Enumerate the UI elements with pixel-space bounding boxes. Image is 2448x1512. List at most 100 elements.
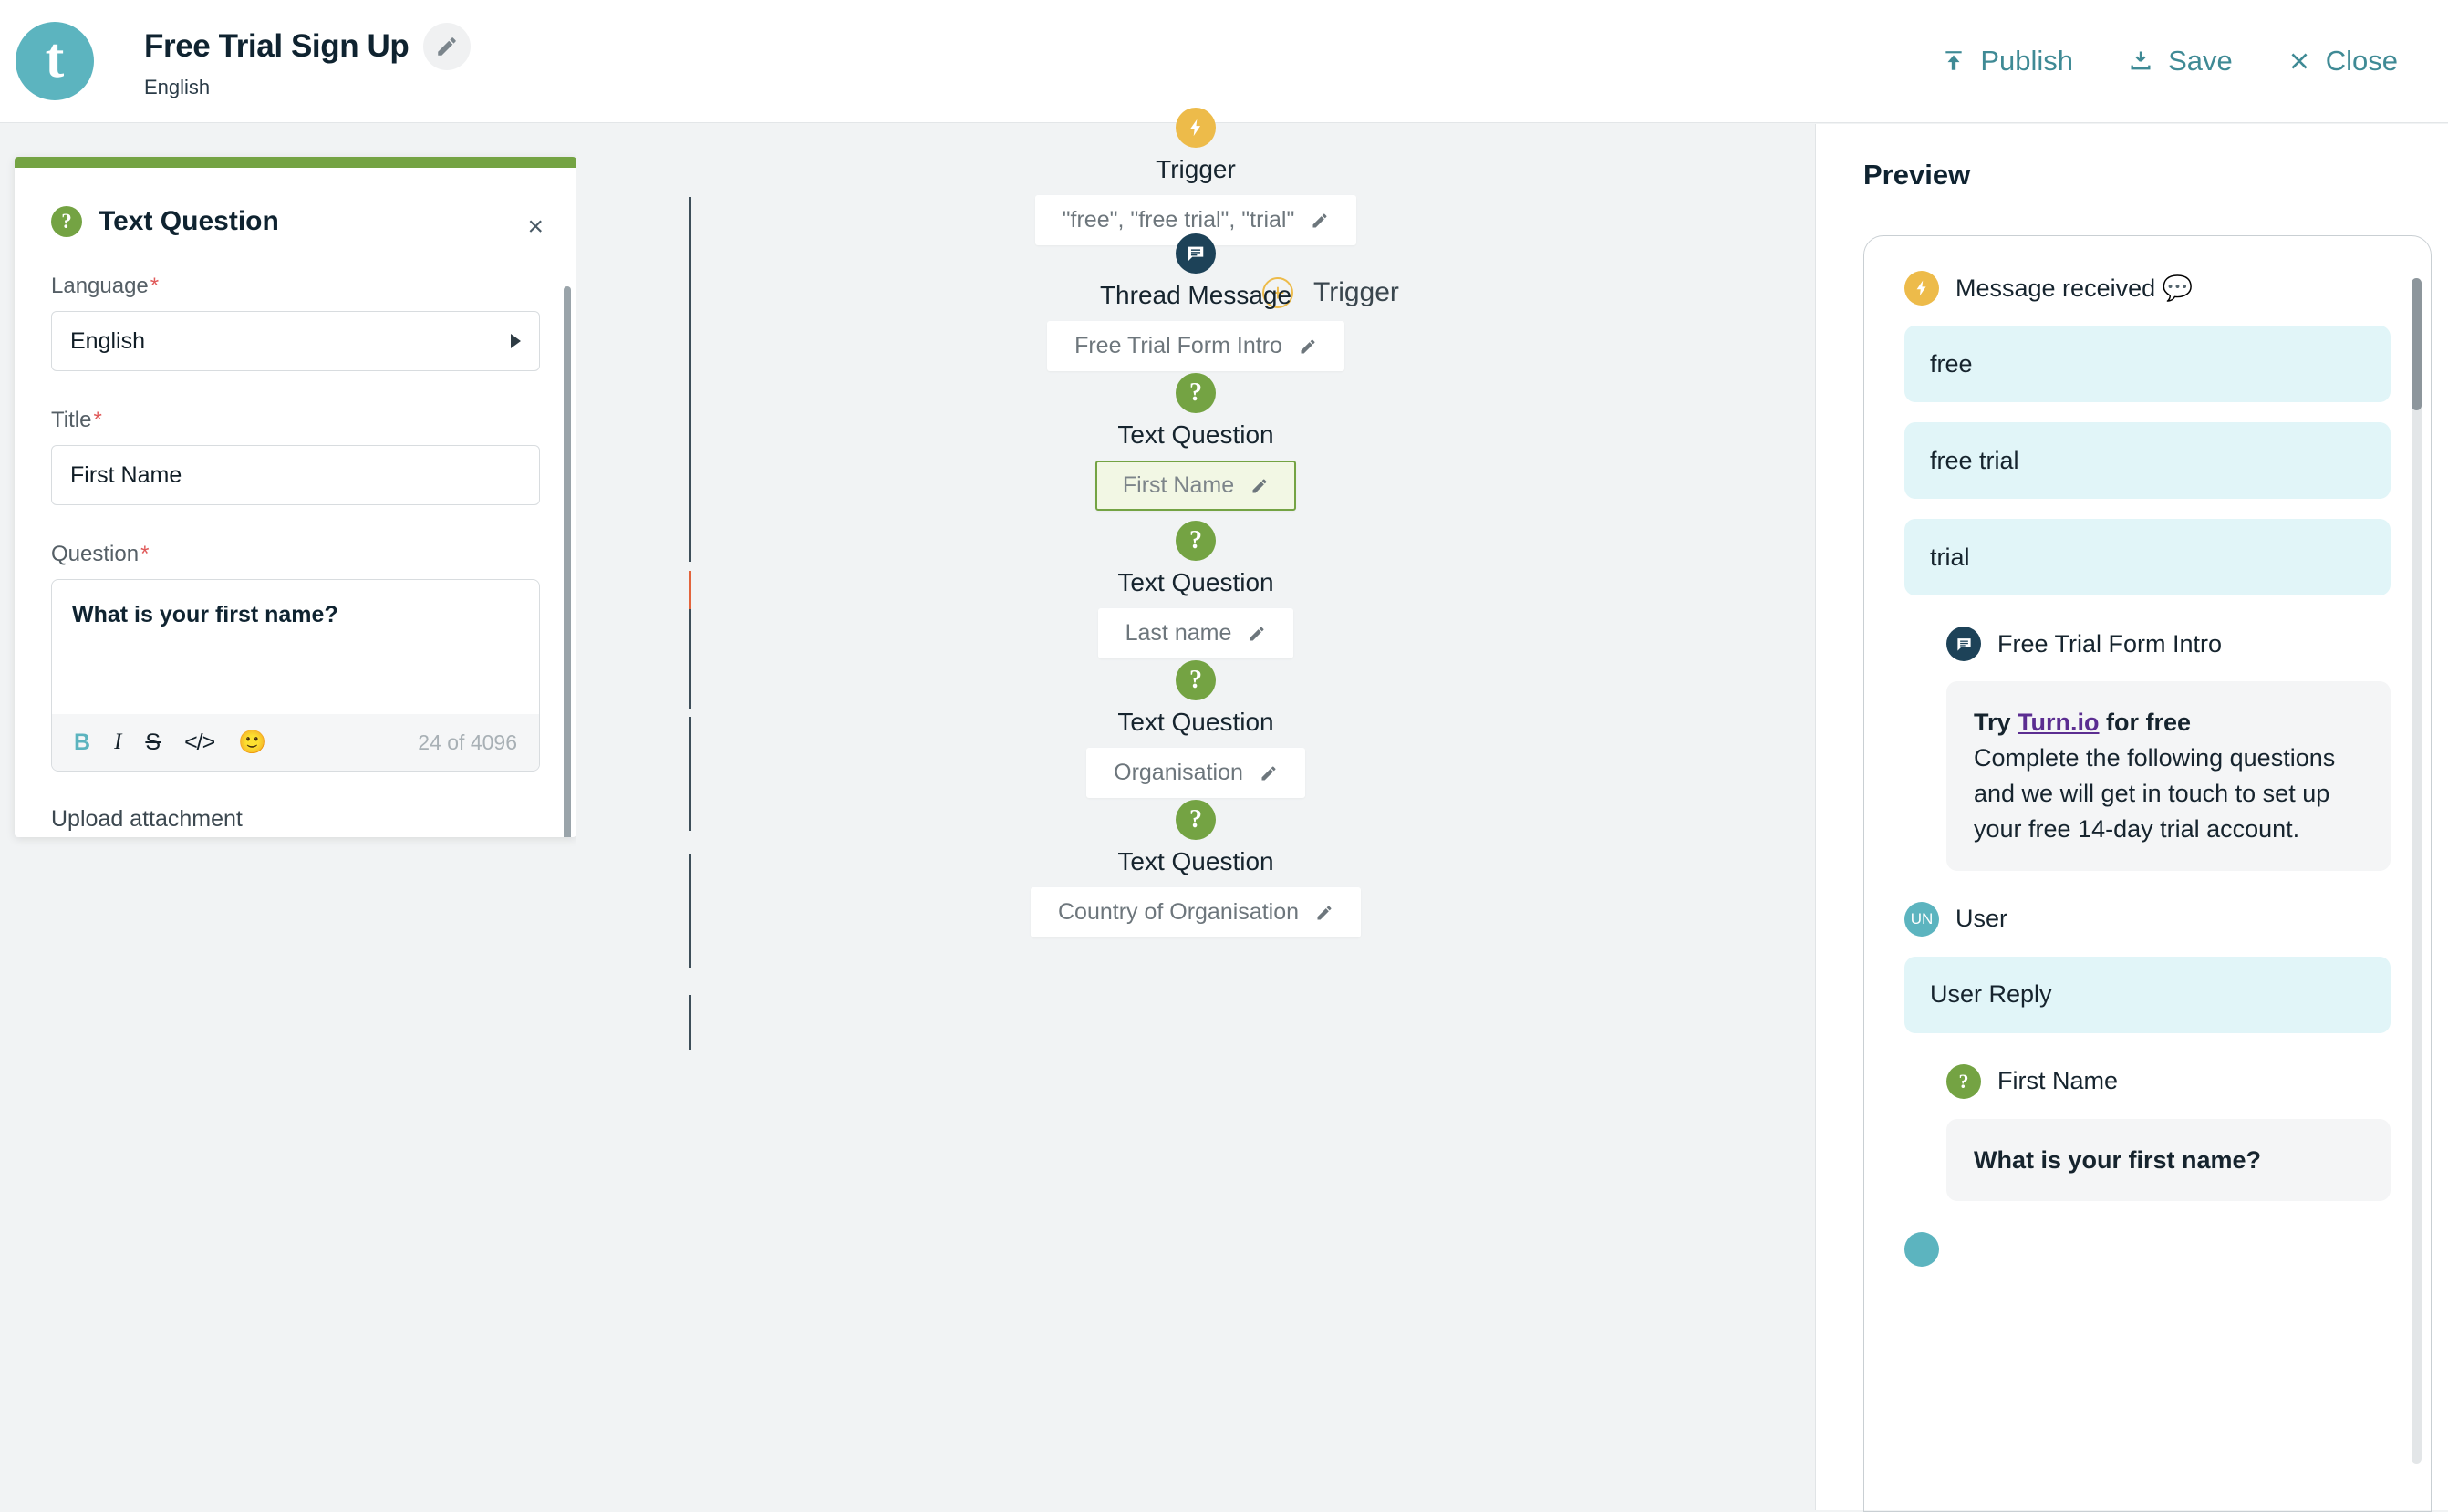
connector-q1-q2-active [688, 571, 691, 612]
pencil-icon[interactable] [1250, 477, 1269, 495]
language-select-value: English [70, 327, 145, 354]
lightning-bolt-icon [1904, 271, 1939, 306]
user-avatar [1904, 1232, 1939, 1268]
flow-node-chip-first-name[interactable]: First Name [1094, 461, 1297, 511]
save-label: Save [2168, 45, 2233, 77]
flow-node-chip-text: Organisation [1114, 760, 1243, 785]
pencil-icon[interactable] [1311, 212, 1329, 230]
editor-panel-scrollbar[interactable] [564, 286, 571, 837]
flow-node-chip-last-name[interactable]: Last name [1097, 608, 1294, 658]
connector-q1-q2 [688, 609, 691, 709]
flow-node-type-label: Text Question [1117, 420, 1274, 449]
page-language-label: English [144, 76, 211, 98]
bold-button[interactable]: B [74, 730, 90, 756]
flow-node-chip-country[interactable]: Country of Organisation [1030, 887, 1362, 937]
publish-button[interactable]: Publish [1942, 45, 2073, 78]
turn-io-link[interactable]: Turn.io [2018, 709, 2099, 736]
character-counter: 24 of 4096 [418, 730, 517, 754]
trigger-node-icon [1176, 108, 1216, 148]
question-mark-icon: ? [1946, 1063, 1981, 1099]
text-question-editor-panel: ? Text Question × Language* English Titl… [15, 157, 576, 837]
pencil-icon[interactable] [1299, 337, 1317, 356]
text-question-node-icon: ? [1176, 800, 1216, 840]
language-field-label: Language* [51, 274, 160, 298]
page-title: Free Trial Sign Up [144, 28, 410, 64]
edit-title-button[interactable] [423, 23, 472, 70]
preview-thread-header-label: Free Trial Form Intro [1997, 629, 2223, 658]
pencil-icon[interactable] [1315, 904, 1333, 922]
flow-node-chip-thread[interactable]: Free Trial Form Intro [1047, 321, 1344, 371]
title-input-value: First Name [70, 461, 182, 488]
connector-q3-q4 [688, 854, 691, 968]
preview-panel: Preview Message received 💬 free free tri… [1815, 124, 2448, 1512]
flow-node-type-label: Trigger [1156, 155, 1236, 183]
close-button-header[interactable]: Close [2287, 45, 2398, 78]
user-avatar: UN [1904, 901, 1939, 937]
title-input[interactable]: First Name [51, 445, 540, 505]
pencil-icon [438, 37, 457, 56]
panel-close-button[interactable]: × [527, 213, 544, 241]
flow-node-text-question-last-name[interactable]: ? Text Question Last name [576, 521, 1815, 658]
save-button-header[interactable]: Save [2128, 45, 2233, 78]
required-asterisk: * [93, 408, 102, 432]
chat-bubble-icon [1188, 246, 1204, 262]
pencil-icon[interactable] [1248, 625, 1266, 643]
chat-bubble-icon [1946, 627, 1981, 661]
preview-question-bubble: What is your first name? [1946, 1118, 2391, 1202]
flow-node-text-question-country[interactable]: ? Text Question Country of Organisation [576, 800, 1815, 937]
preview-thread-body: Complete the following questions and we … [1974, 743, 2336, 843]
language-select[interactable]: English [51, 311, 540, 371]
rich-text-toolbar: B I S </> 🙂 24 of 4096 [52, 714, 539, 771]
lightning-bolt-icon [1190, 119, 1201, 137]
preview-scrollbar-track [2412, 278, 2422, 1464]
preview-trigger-header: Message received 💬 [1904, 271, 2391, 306]
emoji-button[interactable]: 🙂 [238, 730, 266, 756]
preview-scrollbar-thumb[interactable] [2412, 278, 2422, 410]
title-field-label: Title* [51, 408, 102, 432]
chevron-right-icon [511, 334, 521, 348]
preview-thread-message-bubble: Try Turn.io for free Complete the follow… [1946, 681, 2391, 871]
brand-logo-letter: t [45, 27, 65, 89]
question-textarea[interactable]: What is your first name? [52, 580, 539, 714]
thread-message-node-icon [1176, 233, 1216, 274]
connector-q2-q3 [688, 717, 691, 831]
flow-node-type-label: Thread Message [1099, 281, 1292, 309]
preview-user-header-label: User [1955, 905, 2008, 932]
text-question-node-icon: ? [1176, 660, 1216, 700]
connector-q4-next [688, 995, 691, 1050]
preview-question-text: What is your first name? [1974, 1145, 2262, 1174]
flow-node-trigger[interactable]: Trigger "free", "free trial", "trial" [576, 108, 1815, 245]
italic-button[interactable]: I [114, 730, 121, 755]
preview-question-header: ? First Name [1946, 1063, 2391, 1099]
app-header: t Free Trial Sign Up English Publish Sav… [0, 0, 2448, 123]
preview-conversation[interactable]: Message received 💬 free free trial trial… [1863, 235, 2432, 1512]
preview-user-header: UN User [1904, 901, 2391, 937]
text-question-node-icon: ? [1176, 373, 1216, 413]
preview-question-header-label: First Name [1997, 1067, 2119, 1094]
flow-node-chip-text: Last name [1125, 620, 1232, 646]
code-button[interactable]: </> [184, 730, 215, 756]
flow-node-text-question-organisation[interactable]: ? Text Question Organisation [576, 660, 1815, 798]
preview-trigger-header-label: Message received 💬 [1955, 274, 2194, 302]
text-question-node-icon: ? [1176, 521, 1216, 561]
panel-title: Text Question [99, 206, 279, 236]
flow-node-type-label: Text Question [1117, 847, 1274, 875]
pencil-icon[interactable] [1260, 764, 1278, 782]
panel-header: ? Text Question [51, 168, 540, 237]
brand-logo[interactable]: t [16, 22, 94, 100]
publish-upload-icon [1945, 51, 1963, 70]
flow-node-chip-text: "free", "free trial", "trial" [1062, 207, 1295, 233]
preview-user-reply-bubble: User Reply [1904, 956, 2391, 1033]
flow-canvas[interactable]: Trigger "free", "free trial", "trial" + … [576, 108, 1815, 1510]
strikethrough-button[interactable]: S [145, 730, 161, 756]
flow-node-chip-organisation[interactable]: Organisation [1086, 748, 1305, 798]
preview-trigger-keyword-bubble: trial [1904, 519, 2391, 595]
flow-node-type-label: Text Question [1117, 708, 1274, 736]
flow-node-text-question-first-name[interactable]: ? Text Question First Name [576, 373, 1815, 511]
close-label: Close [2325, 45, 2398, 77]
title-block: Free Trial Sign Up English [144, 23, 472, 99]
flow-node-thread-message[interactable]: Thread Message Free Trial Form Intro [576, 233, 1815, 371]
user-initials: UN [1910, 910, 1934, 927]
